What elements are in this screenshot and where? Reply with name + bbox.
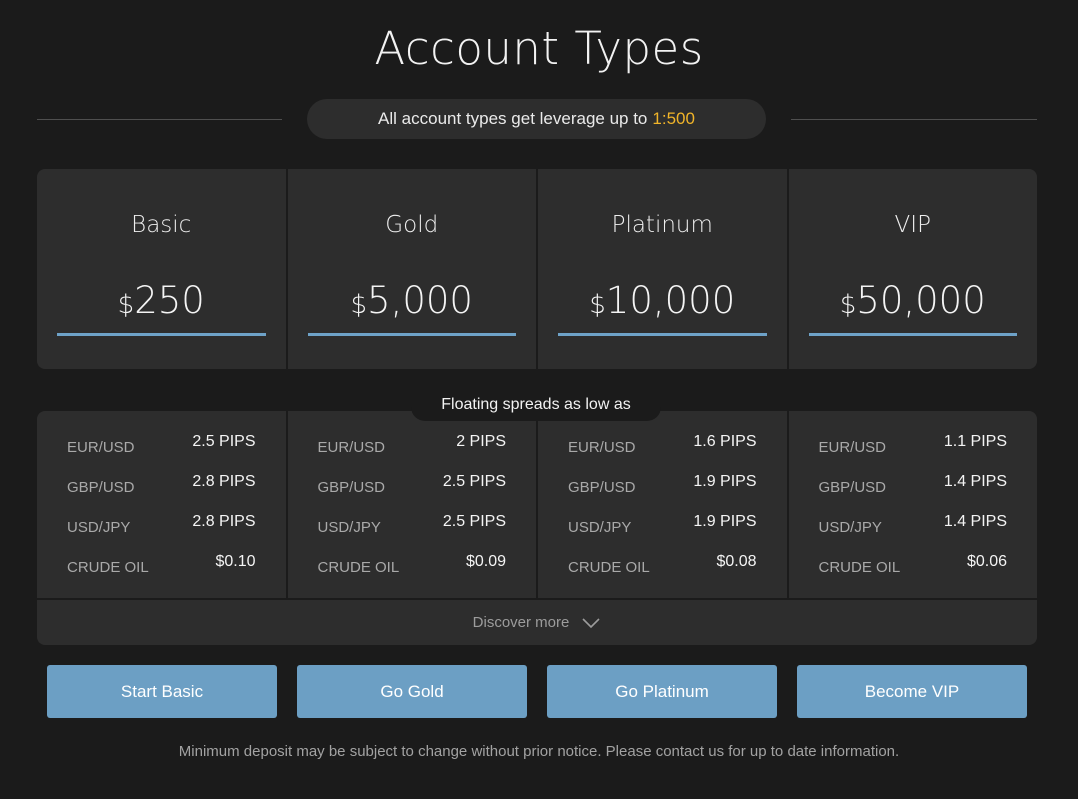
leverage-banner: All account types get leverage up to 1:5… [307, 99, 766, 139]
spread-value: 1.4 PIPS [943, 513, 1007, 530]
tier-underline [808, 333, 1017, 336]
tier-card-basic: Basic $250 [37, 169, 286, 369]
go-platinum-button[interactable]: Go Platinum [547, 665, 777, 718]
tier-amount: 10,000 [605, 279, 736, 322]
spread-row: CRUDE OIL $0.09 [288, 553, 537, 593]
tier-name: Gold [385, 212, 439, 238]
divider-right [791, 119, 1037, 120]
tier-underline [558, 333, 767, 336]
go-gold-button[interactable]: Go Gold [297, 665, 527, 718]
start-basic-button[interactable]: Start Basic [47, 665, 277, 718]
spread-value: $0.09 [465, 553, 506, 570]
spread-row: EUR/USD 1.6 PIPS [538, 433, 787, 473]
cta-buttons: Start Basic Go Gold Go Platinum Become V… [47, 665, 1027, 718]
spread-column-vip: EUR/USD 1.1 PIPS GBP/USD 1.4 PIPS USD/JPY 1… [788, 411, 1038, 598]
discover-more-label: Discover more [472, 614, 570, 631]
pair-label: GBP/USD [67, 479, 135, 496]
spreads-columns: EUR/USD 2.5 PIPS GBP/USD 2.8 PIPS USD/JPY 2… [37, 411, 1037, 598]
spread-value: 1.1 PIPS [943, 433, 1007, 450]
spread-value: 1.9 PIPS [693, 513, 757, 530]
spread-row: EUR/USD 2.5 PIPS [37, 433, 286, 473]
tier-price: $50,000 [789, 279, 1038, 322]
pair-label: USD/JPY [67, 519, 131, 536]
pair-label: USD/JPY [568, 519, 632, 536]
tier-amount: 250 [134, 279, 205, 322]
spread-value: 2.8 PIPS [192, 513, 256, 530]
leverage-ratio: 1:500 [652, 109, 695, 128]
spread-column-basic: EUR/USD 2.5 PIPS GBP/USD 2.8 PIPS USD/JPY 2… [37, 411, 286, 598]
spread-row: GBP/USD 2.8 PIPS [37, 473, 286, 513]
spread-value: $0.08 [716, 553, 757, 570]
spread-row: USD/JPY 2.5 PIPS [288, 513, 537, 553]
spread-row: USD/JPY 2.8 PIPS [37, 513, 286, 553]
tier-amount: 5,000 [367, 279, 473, 322]
spread-row: USD/JPY 1.9 PIPS [538, 513, 787, 553]
spreads-heading: Floating spreads as low as [411, 391, 661, 421]
currency-symbol: $ [350, 290, 368, 320]
spread-row: CRUDE OIL $0.10 [37, 553, 286, 593]
tier-price: $5,000 [288, 279, 537, 322]
pair-label: GBP/USD [568, 479, 636, 496]
spread-value: 2.8 PIPS [192, 473, 256, 490]
spread-row: EUR/USD 2 PIPS [288, 433, 537, 473]
spread-row: USD/JPY 1.4 PIPS [789, 513, 1038, 553]
become-vip-button[interactable]: Become VIP [797, 665, 1027, 718]
spread-value: 2.5 PIPS [442, 513, 506, 530]
spread-row: GBP/USD 2.5 PIPS [288, 473, 537, 513]
tier-price: $10,000 [538, 279, 787, 322]
pair-label: GBP/USD [818, 479, 887, 496]
chevron-down-icon [582, 617, 600, 628]
tier-underline [57, 333, 266, 336]
pair-label: USD/JPY [317, 519, 381, 536]
pair-label: USD/JPY [818, 519, 882, 536]
spread-value: 2 PIPS [456, 433, 506, 450]
spread-row: EUR/USD 1.1 PIPS [789, 433, 1038, 473]
spread-row: GBP/USD 1.9 PIPS [538, 473, 787, 513]
pair-label: GBP/USD [317, 479, 386, 496]
page-title: Account Types [374, 22, 704, 75]
spread-value: 2.5 PIPS [442, 473, 506, 490]
spread-value: 1.4 PIPS [943, 473, 1007, 490]
currency-symbol: $ [589, 290, 606, 320]
spread-row: CRUDE OIL $0.08 [538, 553, 787, 593]
tier-amount: 50,000 [856, 279, 986, 322]
tier-cards: Basic $250 Gold $5,000 Platinum $10,000 … [37, 169, 1037, 369]
pair-label: CRUDE OIL [67, 559, 149, 576]
spread-row: CRUDE OIL $0.06 [789, 553, 1038, 593]
currency-symbol: $ [117, 290, 135, 320]
pair-label: CRUDE OIL [317, 559, 400, 576]
spread-row: GBP/USD 1.4 PIPS [789, 473, 1038, 513]
tier-price: $250 [37, 279, 286, 322]
spread-value: $0.06 [966, 553, 1007, 570]
spread-value: 1.9 PIPS [693, 473, 757, 490]
pair-label: EUR/USD [568, 439, 636, 456]
pair-label: CRUDE OIL [818, 559, 901, 576]
tier-name: VIP [894, 212, 931, 238]
tier-underline [307, 333, 516, 336]
pair-label: EUR/USD [317, 439, 386, 456]
spread-value: 2.5 PIPS [192, 433, 256, 450]
tier-card-platinum: Platinum $10,000 [538, 169, 787, 369]
discover-more-button[interactable]: Discover more [37, 600, 1037, 645]
tier-name: Platinum [611, 212, 713, 238]
spreads-table: EUR/USD 2.5 PIPS GBP/USD 2.8 PIPS USD/JPY 2… [37, 411, 1037, 645]
disclaimer-text: Minimum deposit may be subject to change… [178, 743, 900, 760]
pair-label: EUR/USD [818, 439, 887, 456]
tier-card-gold: Gold $5,000 [287, 169, 537, 369]
account-types-page: Account Types All account types get leve… [0, 0, 1078, 799]
divider-left [37, 119, 282, 120]
pair-label: EUR/USD [67, 439, 135, 456]
tier-card-vip: VIP $50,000 [788, 169, 1038, 369]
pair-label: CRUDE OIL [568, 559, 650, 576]
leverage-text: All account types get leverage up to [378, 109, 648, 128]
tier-name: Basic [131, 212, 192, 238]
spread-value: $0.10 [215, 553, 256, 570]
spread-column-gold: EUR/USD 2 PIPS GBP/USD 2.5 PIPS USD/JPY 2.5… [287, 411, 537, 598]
spread-value: 1.6 PIPS [693, 433, 757, 450]
spread-column-platinum: EUR/USD 1.6 PIPS GBP/USD 1.9 PIPS USD/JPY 1… [538, 411, 787, 598]
currency-symbol: $ [839, 290, 857, 320]
